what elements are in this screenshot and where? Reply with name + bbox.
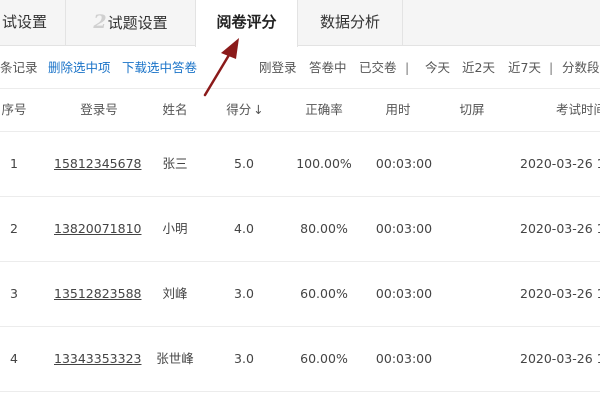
- app-viewport: 试设置 2试题设置 阅卷评分 数据分析 条记录 删除选中项 下载选中答卷 刚登录…: [0, 0, 600, 400]
- tab-grading[interactable]: 阅卷评分: [195, 0, 298, 47]
- toolbar: 条记录 删除选中项 下载选中答卷 刚登录 答卷中 已交卷 | 今天 近2天 近7…: [0, 46, 600, 88]
- cell-index: 2: [10, 221, 18, 236]
- cell-duration: 00:03:00: [375, 156, 433, 171]
- tab-bar: 试设置 2试题设置 阅卷评分 数据分析: [0, 0, 600, 47]
- cell-exam-time: 2020-03-26 19: [520, 351, 600, 366]
- tab-label: 数据分析: [319, 13, 380, 31]
- header-login-number[interactable]: 登录号: [64, 89, 134, 131]
- cell-duration: 00:03:00: [375, 221, 433, 236]
- cell-duration: 00:03:00: [375, 351, 433, 366]
- header-duration[interactable]: 用时: [380, 89, 416, 131]
- header-index: 序号: [1, 102, 27, 117]
- filter-just-logged-in[interactable]: 刚登录: [259, 60, 297, 76]
- cell-score: 3.0: [234, 351, 254, 366]
- table-row[interactable]: 2 13820071810 小明 4.0 80.00% 00:03:00 202…: [0, 197, 600, 262]
- cell-name: 张世峰: [156, 351, 194, 366]
- download-selected-link[interactable]: 下载选中答卷: [122, 60, 197, 76]
- header-screen-switch[interactable]: 切屏: [452, 89, 492, 131]
- cell-exam-time: 2020-03-26 19: [520, 221, 600, 236]
- cell-index: 4: [10, 351, 18, 366]
- filter-score-band[interactable]: 分数段: [562, 60, 600, 76]
- cell-duration: 00:03:00: [375, 286, 433, 301]
- table-row[interactable]: 1 15812345678 张三 5.0 100.00% 00:03:00 20…: [0, 132, 600, 197]
- tab-label: 试设置: [2, 13, 48, 31]
- table-header: 序号 登录号 姓名 得分 ↓ 正确率 用时 切屏 考试时间: [0, 88, 600, 132]
- filter-divider: |: [405, 60, 410, 75]
- tab-exam-settings[interactable]: 试设置: [0, 0, 66, 45]
- filter-last-7-days[interactable]: 近7天: [508, 60, 541, 76]
- filter-divider: |: [549, 60, 554, 75]
- filter-last-2-days[interactable]: 近2天: [462, 60, 495, 76]
- cell-name: 小明: [162, 221, 188, 236]
- cell-name: 刘峰: [162, 286, 188, 301]
- step-number: 2: [93, 11, 107, 33]
- cell-accuracy: 60.00%: [300, 286, 348, 301]
- tab-label: 试题设置: [107, 14, 168, 32]
- cell-index: 1: [10, 156, 18, 171]
- cell-exam-time: 2020-03-26 19: [520, 156, 600, 171]
- delete-selected-link[interactable]: 删除选中项: [48, 60, 111, 76]
- header-score[interactable]: 得分 ↓: [222, 89, 268, 131]
- cell-score: 5.0: [234, 156, 254, 171]
- cell-login-number-link[interactable]: 15812345678: [54, 132, 141, 196]
- table-row[interactable]: 3 13512823588 刘峰 3.0 60.00% 00:03:00 202…: [0, 262, 600, 327]
- cell-index: 3: [10, 286, 18, 301]
- table-row[interactable]: 4 13343353323 张世峰 3.0 60.00% 00:03:00 20…: [0, 327, 600, 392]
- cell-score: 3.0: [234, 286, 254, 301]
- header-score-label: 得分: [226, 102, 252, 117]
- header-accuracy[interactable]: 正确率: [296, 89, 352, 131]
- cell-score: 4.0: [234, 221, 254, 236]
- filter-submitted[interactable]: 已交卷: [359, 60, 397, 76]
- cell-exam-time: 2020-03-26 19: [520, 286, 600, 301]
- tab-question-settings[interactable]: 2试题设置: [66, 0, 196, 45]
- cell-accuracy: 100.00%: [296, 156, 352, 171]
- header-exam-time[interactable]: 考试时间: [556, 89, 600, 131]
- sort-desc-icon: ↓: [253, 102, 264, 117]
- cell-login-number-link[interactable]: 13820071810: [54, 197, 141, 261]
- record-count-text: 条记录: [0, 60, 38, 75]
- cell-login-number-link[interactable]: 13512823588: [54, 262, 141, 326]
- filter-answering[interactable]: 答卷中: [309, 60, 347, 76]
- tab-label: 阅卷评分: [216, 13, 277, 31]
- header-name[interactable]: 姓名: [150, 89, 200, 131]
- tab-data-analysis[interactable]: 数据分析: [298, 0, 403, 45]
- cell-name: 张三: [162, 156, 188, 171]
- cell-login-number-link[interactable]: 13343353323: [54, 327, 141, 391]
- cell-accuracy: 80.00%: [300, 221, 348, 236]
- cell-accuracy: 60.00%: [300, 351, 348, 366]
- filter-today[interactable]: 今天: [425, 60, 450, 76]
